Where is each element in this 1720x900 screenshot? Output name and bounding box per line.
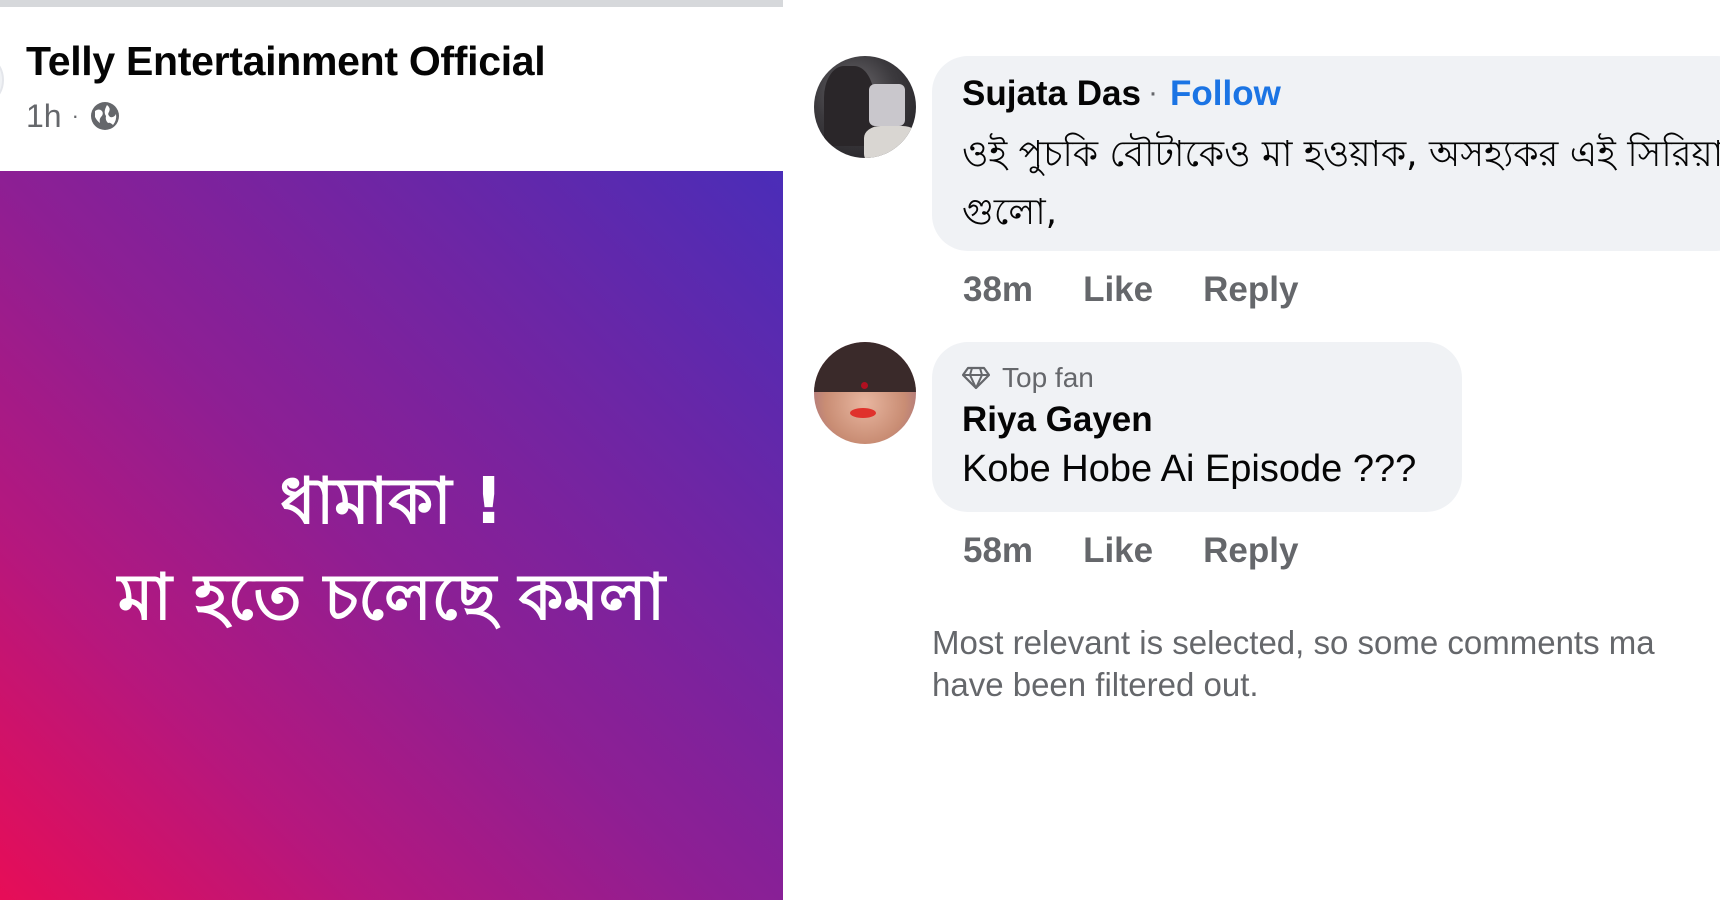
page-avatar[interactable] — [0, 52, 4, 108]
globe-icon[interactable] — [89, 100, 121, 132]
like-button[interactable]: Like — [1083, 270, 1153, 310]
commenter-avatar[interactable] — [814, 56, 916, 158]
filter-note-line: Most relevant is selected, so some comme… — [932, 624, 1655, 661]
image-headline: ধামাকা ! — [279, 465, 504, 539]
post-image[interactable]: ধামাকা ! মা হতে চলেছে কমলা — [0, 171, 783, 900]
diamond-icon — [962, 366, 990, 390]
meta-separator: · — [71, 103, 79, 128]
comment-filter-note: Most relevant is selected, so some comme… — [932, 622, 1720, 706]
badge-label: Top fan — [1002, 362, 1094, 393]
comment-text: ওই পুচকি বৌটাকেও মা হওয়াক, অসহ্যকর এই স… — [962, 134, 1720, 233]
name-separator: · — [1148, 76, 1158, 109]
image-subheadline: মা হতে চলেছে কমলা — [117, 561, 666, 635]
comment-bubble: Top fan Riya Gayen Kobe Hobe Ai Episode … — [932, 342, 1462, 512]
comment-bubble: Sujata Das · Follow ওই পুচকি বৌটাকেও মা … — [932, 56, 1720, 251]
reply-button[interactable]: Reply — [1203, 270, 1298, 310]
comment-time[interactable]: 38m — [963, 270, 1033, 310]
post-top-divider — [0, 0, 783, 7]
post-meta: 1h · — [26, 96, 121, 136]
post-time[interactable]: 1h — [26, 98, 62, 135]
follow-button[interactable]: Follow — [1170, 74, 1281, 114]
reply-button[interactable]: Reply — [1203, 531, 1298, 571]
top-fan-badge: Top fan — [962, 362, 1094, 394]
comment-actions: 58m Like Reply — [963, 531, 1298, 571]
comment-actions: 38m Like Reply — [963, 270, 1298, 310]
comment-time[interactable]: 58m — [963, 531, 1033, 571]
filter-note-line: have been filtered out. — [932, 666, 1259, 703]
page-name[interactable]: Telly Entertainment Official — [26, 38, 546, 85]
comment-author[interactable]: Riya Gayen — [962, 400, 1153, 440]
post-card: Telly Entertainment Official 1h · ধামাকা… — [0, 0, 783, 900]
like-button[interactable]: Like — [1083, 531, 1153, 571]
commenter-avatar[interactable] — [814, 342, 916, 444]
comment-text: Kobe Hobe Ai Episode ??? — [962, 448, 1417, 490]
comment-author[interactable]: Sujata Das — [962, 74, 1141, 114]
